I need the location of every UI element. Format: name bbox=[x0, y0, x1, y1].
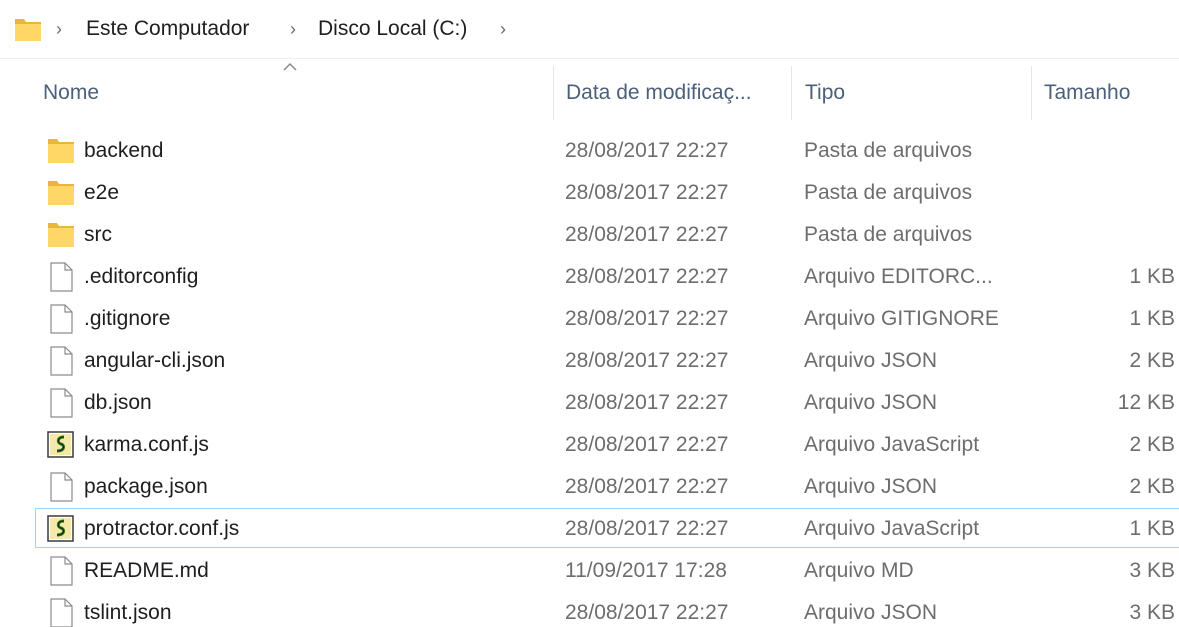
breadcrumb-item-disk[interactable]: Disco Local (C:) bbox=[318, 14, 467, 44]
file-type-cell: Pasta de arquivos bbox=[804, 223, 973, 246]
file-icon bbox=[50, 556, 73, 586]
file-size-cell: 2 KB bbox=[1129, 475, 1175, 498]
file-size-cell: 1 KB bbox=[1129, 307, 1175, 330]
file-icon bbox=[50, 388, 73, 418]
file-type-cell: Arquivo JSON bbox=[804, 601, 938, 624]
table-row[interactable]: protractor.conf.js 28/08/2017 22:27 Arquiv… bbox=[0, 508, 1179, 550]
table-row[interactable]: db.json 28/08/2017 22:27 Arquivo JSON 12 KB bbox=[0, 382, 1179, 424]
column-divider[interactable] bbox=[791, 66, 792, 120]
table-row[interactable]: package.json 28/08/2017 22:27 Arquivo JSON… bbox=[0, 466, 1179, 508]
file-type-cell: Arquivo JSON bbox=[804, 391, 938, 414]
table-row[interactable]: tslint.json 28/08/2017 22:27 Arquivo JSON 3… bbox=[0, 592, 1179, 627]
file-type-cell: Pasta de arquivos bbox=[804, 181, 973, 204]
file-type-cell: Arquivo JavaScript bbox=[804, 517, 980, 540]
file-date-cell: 11/09/2017 17:28 bbox=[565, 559, 727, 582]
folder-icon bbox=[15, 19, 41, 41]
file-name-cell: tslint.json bbox=[84, 601, 172, 624]
address-bar[interactable]: › Este Computador › Disco Local (C:) › bbox=[0, 0, 1179, 59]
file-date-cell: 28/08/2017 22:27 bbox=[565, 307, 729, 330]
file-type-cell: Arquivo EDITORC... bbox=[804, 265, 993, 288]
folder-icon bbox=[48, 181, 74, 205]
file-date-cell: 28/08/2017 22:27 bbox=[565, 265, 729, 288]
file-type-cell: Arquivo JavaScript bbox=[804, 433, 980, 456]
file-name-cell: backend bbox=[84, 139, 164, 162]
column-name-header[interactable]: Nome bbox=[43, 78, 99, 108]
chevron-right-icon[interactable]: › bbox=[290, 14, 296, 44]
table-row[interactable]: .editorconfig 28/08/2017 22:27 Arquivo EDI… bbox=[0, 256, 1179, 298]
file-explorer-window: › Este Computador › Disco Local (C:) › N… bbox=[0, 0, 1179, 627]
chevron-right-icon[interactable]: › bbox=[500, 14, 506, 44]
file-icon bbox=[50, 304, 73, 334]
folder-icon bbox=[48, 139, 74, 163]
column-divider[interactable] bbox=[553, 66, 554, 120]
file-type-cell: Pasta de arquivos bbox=[804, 139, 973, 162]
table-row[interactable]: e2e 28/08/2017 22:27 Pasta de arquivos bbox=[0, 172, 1179, 214]
file-name-cell: protractor.conf.js bbox=[84, 517, 240, 540]
table-row[interactable]: README.md 11/09/2017 17:28 Arquivo MD 3 KB bbox=[0, 550, 1179, 592]
file-date-cell: 28/08/2017 22:27 bbox=[565, 139, 729, 162]
column-header: Nome Data de modificaç... Tipo Tamanho bbox=[0, 62, 1179, 122]
folder-icon bbox=[48, 223, 74, 247]
table-row[interactable]: .gitignore 28/08/2017 22:27 Arquivo GITIGN… bbox=[0, 298, 1179, 340]
file-type-cell: Arquivo GITIGNORE bbox=[804, 307, 999, 330]
sort-ascending-icon bbox=[283, 62, 297, 71]
file-name-cell: README.md bbox=[84, 559, 209, 582]
file-size-cell: 12 KB bbox=[1117, 391, 1175, 414]
file-date-cell: 28/08/2017 22:27 bbox=[565, 475, 729, 498]
chevron-right-icon[interactable]: › bbox=[56, 14, 62, 44]
file-icon bbox=[50, 598, 73, 627]
file-size-cell: 3 KB bbox=[1129, 601, 1175, 624]
file-icon bbox=[50, 346, 73, 376]
file-name-cell: e2e bbox=[84, 181, 120, 204]
file-name-cell: .editorconfig bbox=[84, 265, 199, 288]
file-icon bbox=[50, 472, 73, 502]
file-date-cell: 28/08/2017 22:27 bbox=[565, 517, 729, 540]
file-name-cell: db.json bbox=[84, 391, 152, 414]
file-size-cell: 3 KB bbox=[1129, 559, 1175, 582]
column-divider[interactable] bbox=[1031, 66, 1032, 120]
file-size-cell: 2 KB bbox=[1129, 349, 1175, 372]
file-date-cell: 28/08/2017 22:27 bbox=[565, 181, 729, 204]
file-date-cell: 28/08/2017 22:27 bbox=[565, 223, 729, 246]
file-name-cell: .gitignore bbox=[84, 307, 171, 330]
column-type-header[interactable]: Tipo bbox=[805, 78, 845, 108]
file-date-cell: 28/08/2017 22:27 bbox=[565, 433, 729, 456]
file-type-cell: Arquivo MD bbox=[804, 559, 914, 582]
file-type-cell: Arquivo JSON bbox=[804, 475, 938, 498]
file-name-cell: package.json bbox=[84, 475, 208, 498]
table-row[interactable]: karma.conf.js 28/08/2017 22:27 Arquivo Jav… bbox=[0, 424, 1179, 466]
file-type-cell: Arquivo JSON bbox=[804, 349, 938, 372]
file-date-cell: 28/08/2017 22:27 bbox=[565, 601, 729, 624]
table-row[interactable]: backend 28/08/2017 22:27 Pasta de arquivos bbox=[0, 130, 1179, 172]
file-date-cell: 28/08/2017 22:27 bbox=[565, 391, 729, 414]
script-icon bbox=[47, 431, 74, 458]
column-size-header[interactable]: Tamanho bbox=[1044, 78, 1130, 108]
file-size-cell: 1 KB bbox=[1129, 265, 1175, 288]
column-date-header[interactable]: Data de modificaç... bbox=[566, 78, 752, 108]
file-name-cell: karma.conf.js bbox=[84, 433, 209, 456]
breadcrumb-item-computer[interactable]: Este Computador bbox=[86, 14, 249, 44]
file-date-cell: 28/08/2017 22:27 bbox=[565, 349, 729, 372]
script-icon bbox=[47, 515, 74, 542]
table-row[interactable]: src 28/08/2017 22:27 Pasta de arquivos bbox=[0, 214, 1179, 256]
table-row[interactable]: angular-cli.json 28/08/2017 22:27 Arquivo … bbox=[0, 340, 1179, 382]
file-name-cell: src bbox=[84, 223, 112, 246]
file-size-cell: 2 KB bbox=[1129, 433, 1175, 456]
file-icon bbox=[50, 262, 73, 292]
file-list: backend 28/08/2017 22:27 Pasta de arquivos… bbox=[0, 130, 1179, 627]
file-size-cell: 1 KB bbox=[1129, 517, 1175, 540]
file-name-cell: angular-cli.json bbox=[84, 349, 226, 372]
